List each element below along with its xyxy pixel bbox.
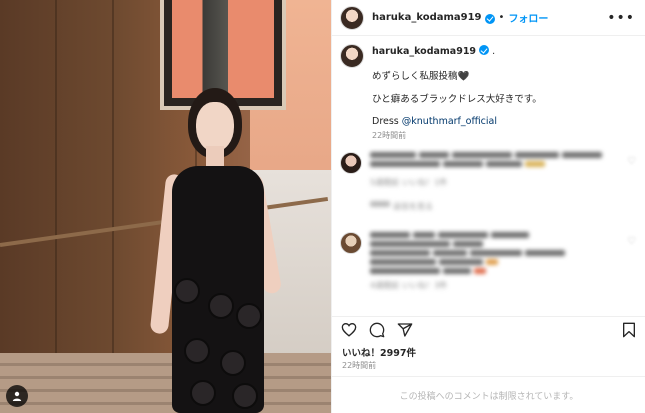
likes-count[interactable]: いいね！2997件 (342, 345, 416, 359)
comment-text-blurred: 4週間前 いいね！3件 (370, 232, 620, 292)
avatar[interactable] (340, 5, 364, 30)
follow-button[interactable]: フォロー (508, 10, 548, 25)
user-tag-icon[interactable] (6, 385, 28, 407)
comments-disabled-notice: この投稿へのコメントは制限されています。 (332, 376, 645, 413)
verified-badge-icon (484, 13, 495, 24)
separator: • (498, 12, 505, 23)
heart-icon[interactable] (340, 321, 358, 339)
share-icon[interactable] (396, 321, 414, 339)
comment-likes[interactable]: いいね！1件 (402, 177, 447, 189)
caption-dot: . (492, 46, 496, 57)
avatar[interactable] (340, 44, 364, 68)
heart-icon[interactable]: ♡ (627, 156, 636, 167)
comment-text-blurred: 5週間前 いいね！1件 返信を見る (370, 152, 620, 213)
post-header: haruka_kodama919 • フォロー ••• (332, 0, 645, 36)
comment-item: 4週間前 いいね！3件 ♡ (340, 232, 640, 292)
avatar[interactable] (340, 232, 362, 254)
caption-line-1: めずらしく私服投稿🖤 (372, 70, 470, 82)
dress-brand-link[interactable]: @knuthmarf_official (402, 116, 497, 127)
caption-timestamp: 22時間前 (372, 131, 407, 141)
post-actions (332, 316, 645, 342)
caption-line-2: ひと癖あるブラックドレス大好きです。 (372, 93, 542, 105)
comment-icon[interactable] (368, 321, 386, 339)
more-options-icon[interactable]: ••• (607, 10, 635, 26)
bookmark-icon[interactable] (620, 321, 638, 339)
post-timestamp: 22時間前 (342, 361, 377, 370)
post-sidebar: haruka_kodama919 • フォロー ••• haruka_kodam… (331, 0, 645, 413)
username[interactable]: haruka_kodama919 (372, 12, 482, 23)
person-figure (149, 88, 283, 413)
comment-item: 5週間前 いいね！1件 返信を見る ♡ (340, 152, 640, 213)
comment-time: 5週間前 (370, 178, 400, 187)
caption-dress-prefix: Dress (372, 116, 402, 128)
verified-badge-icon (479, 45, 490, 55)
comment-likes[interactable]: いいね！3件 (402, 280, 447, 292)
caption: haruka_kodama919 . めずらしく私服投稿🖤 ひと癖あるブラックド… (332, 36, 645, 142)
wall-panel-line (55, 0, 57, 413)
caption-username[interactable]: haruka_kodama919 (372, 46, 476, 57)
view-replies-link[interactable]: 返信を見る (393, 201, 433, 213)
wall-panel-line (112, 0, 114, 413)
post-photo[interactable] (0, 0, 331, 413)
comment-time: 4週間前 (370, 281, 400, 290)
avatar[interactable] (340, 152, 362, 174)
heart-icon[interactable]: ♡ (627, 236, 636, 247)
